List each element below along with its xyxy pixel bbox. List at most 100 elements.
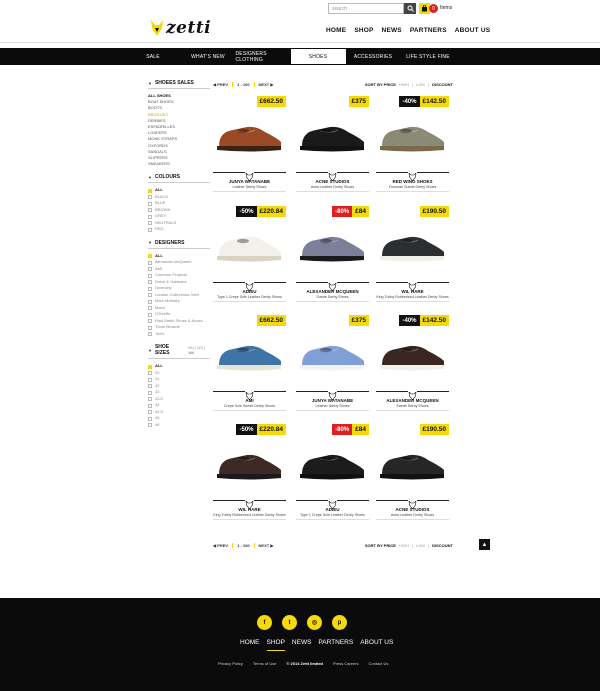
- checkbox[interactable]: [148, 325, 152, 330]
- checkbox[interactable]: [148, 312, 152, 317]
- sort-low[interactable]: LOW: [416, 82, 425, 87]
- checkbox[interactable]: [148, 390, 152, 395]
- product-brand[interactable]: ALEXANDER MCQUEEN: [376, 398, 449, 403]
- next-button[interactable]: NEXT ▶: [259, 82, 274, 87]
- product-brand[interactable]: JUNYA WATANABE: [213, 179, 286, 184]
- facebook-icon[interactable]: f: [257, 615, 272, 630]
- filter-option[interactable]: RED: [148, 226, 210, 233]
- search-button[interactable]: [404, 3, 416, 14]
- press-careers-link[interactable]: Press Careers: [333, 661, 359, 666]
- back-to-top-button[interactable]: ▲: [479, 539, 490, 550]
- checkbox[interactable]: [148, 273, 152, 278]
- product-brand[interactable]: WIL HARE: [213, 507, 286, 512]
- prev-button[interactable]: ◀ PREV: [213, 543, 228, 548]
- product-brand[interactable]: ALEXANDER MCQUEEN: [296, 289, 369, 294]
- filter-heading[interactable]: ▼ COLOURS: [148, 174, 210, 184]
- product-card[interactable]: £662.50 AMI Crepe Sole Suede Derby Shoes: [213, 315, 286, 411]
- product-name[interactable]: Astor Leather Derby Shoes: [376, 513, 449, 517]
- product-card[interactable]: £190.50 WIL HARE King Tubby Rubberised Lea…: [376, 206, 449, 302]
- product-name[interactable]: Type 1 Crepe Sole Leather Derby Shoes: [296, 513, 369, 517]
- sort-discount[interactable]: DISCOUNT: [432, 82, 453, 87]
- filter-heading[interactable]: ▼ SHOE SIZES EU | US | UK: [148, 344, 211, 360]
- checkbox[interactable]: [148, 208, 152, 213]
- search-input[interactable]: search: [328, 3, 404, 14]
- product-name[interactable]: Foreman Suede Derby Shoes: [376, 185, 449, 189]
- sort-high[interactable]: HIGH: [399, 82, 409, 87]
- checkbox[interactable]: [148, 403, 152, 408]
- product-card[interactable]: -50% £220.84 ADIEU Type 1 Crepe Sole Leathe…: [213, 206, 286, 302]
- filter-option[interactable]: 46: [148, 422, 210, 429]
- footer-nav-news[interactable]: NEWS: [292, 639, 312, 651]
- product-name[interactable]: Astor Leather Derby Shoes: [296, 185, 369, 189]
- nav-about[interactable]: ABOUT US: [455, 27, 491, 34]
- product-card[interactable]: -40% £142.50 ALEXANDER MCQUEEN Suede Derby …: [376, 315, 449, 411]
- product-image[interactable]: [376, 110, 449, 156]
- checkbox[interactable]: [148, 332, 152, 337]
- checkbox[interactable]: [148, 319, 152, 324]
- category-sale[interactable]: SALE: [126, 48, 181, 65]
- footer-nav-home[interactable]: HOME: [240, 639, 260, 651]
- filter-heading[interactable]: ▼ SHOEES SALES: [148, 80, 210, 89]
- checkbox[interactable]: [148, 306, 152, 311]
- product-image[interactable]: [376, 438, 449, 484]
- product-card[interactable]: -80% £84 ADIEU Type 1 Crepe Sole Leather De…: [296, 424, 369, 520]
- product-image[interactable]: [296, 110, 369, 156]
- nav-news[interactable]: NEWS: [382, 27, 402, 34]
- product-brand[interactable]: AMI: [213, 398, 286, 403]
- product-image[interactable]: [213, 329, 286, 375]
- product-card[interactable]: £190.50 ACNE STUDIOS Astor Leather Derby S…: [376, 424, 449, 520]
- checkbox[interactable]: [148, 188, 152, 193]
- product-image[interactable]: [376, 220, 449, 266]
- checkbox[interactable]: [148, 384, 152, 389]
- product-image[interactable]: [213, 110, 286, 156]
- bag-label[interactable]: Items: [440, 5, 452, 11]
- checkbox[interactable]: [148, 227, 152, 232]
- product-brand[interactable]: ADIEU: [213, 289, 286, 294]
- product-name[interactable]: Crepe Sole Suede Derby Shoes: [213, 404, 286, 408]
- twitter-icon[interactable]: t: [282, 615, 297, 630]
- product-card[interactable]: £375 JUNYA WATANABE Leather Derby Shoes: [296, 315, 369, 411]
- sort-high[interactable]: HIGH: [399, 543, 409, 548]
- filter-heading[interactable]: ▼ DESIGNERS: [148, 240, 210, 249]
- product-card[interactable]: £662.50 JUNYA WATANABE Leather Derby Shoes: [213, 96, 286, 192]
- category-lifestyle[interactable]: LIFE STYLE FINE: [401, 48, 456, 65]
- product-name[interactable]: Type 1 Crepe Sole Leather Derby Shoes: [213, 295, 286, 299]
- checkbox[interactable]: [148, 293, 152, 298]
- checkbox[interactable]: [148, 260, 152, 265]
- product-name[interactable]: Suede Derby Shoes: [296, 295, 369, 299]
- footer-nav-shop[interactable]: SHOP: [266, 639, 285, 651]
- checkbox[interactable]: [148, 397, 152, 402]
- product-name[interactable]: King Tubby Rubberised Leather Derby Shoe…: [376, 295, 449, 299]
- product-name[interactable]: Leather Derby Shoes: [296, 404, 369, 408]
- product-card[interactable]: £375 ACNE STUDIOS Astor Leather Derby Shoe…: [296, 96, 369, 192]
- product-image[interactable]: [296, 329, 369, 375]
- checkbox[interactable]: [148, 195, 152, 200]
- product-card[interactable]: -50% £220.84 WIL HARE King Tubby Rubberised…: [213, 424, 286, 520]
- product-brand[interactable]: RED WING SHOES: [376, 179, 449, 184]
- filter-option[interactable]: Tod's: [148, 331, 210, 338]
- terms-link[interactable]: Terms of Use: [253, 661, 277, 666]
- checkbox[interactable]: [148, 416, 152, 421]
- checkbox[interactable]: [148, 286, 152, 291]
- checkbox[interactable]: [148, 280, 152, 285]
- prev-button[interactable]: ◀ PREV: [213, 82, 228, 87]
- product-name[interactable]: Leather Derby Shoes: [213, 185, 286, 189]
- checkbox[interactable]: [148, 214, 152, 219]
- product-image[interactable]: [296, 220, 369, 266]
- checkbox[interactable]: [148, 423, 152, 428]
- size-system-switch[interactable]: EU | US | UK: [189, 345, 211, 355]
- product-image[interactable]: [213, 438, 286, 484]
- product-card[interactable]: -80% £84 ALEXANDER MCQUEEN Suede Derby Shoe…: [296, 206, 369, 302]
- instagram-icon[interactable]: ◎: [307, 615, 322, 630]
- product-name[interactable]: King Tubby Rubberised Leather Derby Shoe…: [213, 513, 286, 517]
- nav-partners[interactable]: PARTNERS: [410, 27, 447, 34]
- checkbox[interactable]: [148, 371, 152, 376]
- site-logo[interactable]: zetti: [150, 17, 211, 39]
- checkbox[interactable]: [148, 364, 152, 369]
- product-image[interactable]: [376, 329, 449, 375]
- product-card[interactable]: -40% £142.50 RED WING SHOES Foreman Suede D…: [376, 96, 449, 192]
- product-brand[interactable]: JUNYA WATANABE: [296, 398, 369, 403]
- product-brand[interactable]: WIL HARE: [376, 289, 449, 294]
- checkbox[interactable]: [148, 201, 152, 206]
- checkbox[interactable]: [148, 410, 152, 415]
